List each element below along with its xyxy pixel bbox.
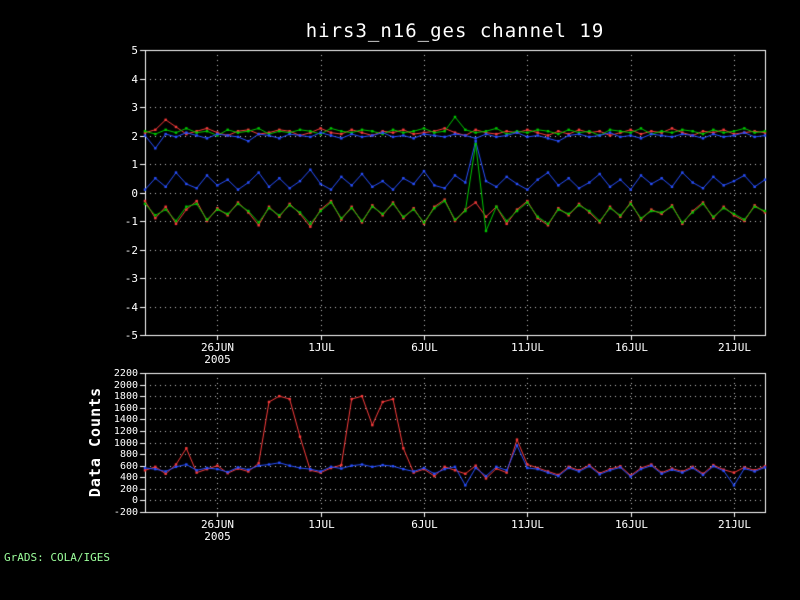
y-tick-label: 2200: [113, 367, 138, 379]
y-tick-label: 3: [131, 101, 138, 114]
y-tick-label: -2: [124, 244, 138, 257]
y-tick-label: 800: [119, 448, 138, 460]
x-tick-label: 21JUL: [717, 518, 752, 531]
y-tick-label: 2000: [113, 379, 138, 391]
x-tick-year-label: 2005: [204, 353, 231, 366]
y-tick-label: 4: [131, 73, 138, 86]
x-tick-label: 6JUL: [411, 341, 438, 354]
x-tick-label: 21JUL: [717, 341, 752, 354]
grads-plot-window: hirs3_n16_ges channel 19 Data Counts GrA…: [0, 0, 800, 600]
y-tick-label: -3: [124, 272, 138, 285]
chart-title: hirs3_n16_ges channel 19: [305, 20, 605, 42]
y-tick-label: -5: [124, 329, 138, 342]
y-tick-label: -4: [124, 301, 138, 314]
x-tick-year-label: 2005: [204, 530, 231, 543]
y-tick-label: 2: [131, 130, 138, 143]
x-tick-label: 16JUL: [614, 518, 649, 531]
y-tick-label: 1600: [113, 402, 138, 414]
x-tick-label: 16JUL: [614, 341, 649, 354]
y-tick-label: 5: [131, 44, 138, 57]
y-tick-label: 200: [119, 483, 138, 495]
x-tick-label: 11JUL: [510, 518, 545, 531]
x-tick-label: 1JUL: [308, 341, 335, 354]
y-tick-label: 1: [131, 158, 138, 171]
grads-credit: GrADS: COLA/IGES: [4, 551, 110, 564]
y-tick-label: 1200: [113, 425, 138, 437]
y-tick-label: 1400: [113, 413, 138, 425]
y-tick-label: 0: [131, 494, 138, 506]
y-tick-label: -1: [124, 215, 138, 228]
x-tick-label: 1JUL: [308, 518, 335, 531]
y-tick-label: -200: [113, 506, 138, 518]
y-tick-label: 400: [119, 471, 138, 483]
y-tick-label: 0: [131, 187, 138, 200]
y-tick-label: 1800: [113, 390, 138, 402]
x-tick-label: 26JUN: [200, 341, 235, 354]
x-tick-label: 11JUL: [510, 341, 545, 354]
x-tick-label: 26JUN: [200, 518, 235, 531]
x-tick-label: 6JUL: [411, 518, 438, 531]
y-tick-label: 600: [119, 460, 138, 472]
y-tick-label: 1000: [113, 437, 138, 449]
